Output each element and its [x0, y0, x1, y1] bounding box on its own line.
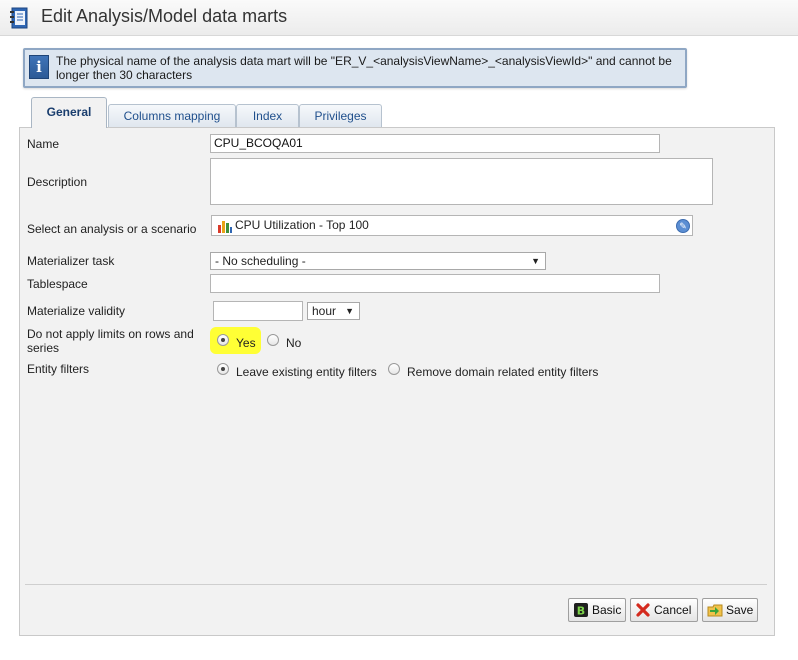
entity-filters-remove-radio[interactable]	[388, 363, 400, 375]
validity-unit-select[interactable]: hour ▼	[307, 302, 360, 320]
entity-filters-leave-label[interactable]: Leave existing entity filters	[236, 365, 377, 379]
limits-yes-label[interactable]: Yes	[236, 336, 256, 350]
description-textarea[interactable]	[210, 158, 713, 205]
notebook-icon	[10, 7, 28, 29]
limits-label: Do not apply limits on rows and series	[27, 327, 194, 355]
tab-index[interactable]: Index	[236, 104, 299, 128]
tablespace-label: Tablespace	[27, 277, 88, 291]
tab-general[interactable]: General	[31, 97, 107, 128]
cancel-button-label: Cancel	[654, 603, 692, 617]
tab-privileges[interactable]: Privileges	[299, 104, 382, 128]
limits-yes-radio[interactable]	[217, 334, 229, 346]
bar-chart-icon	[218, 221, 232, 233]
validity-label: Materialize validity	[27, 304, 126, 318]
description-label: Description	[27, 175, 88, 189]
basic-b-icon: B	[574, 603, 588, 618]
analysis-value: CPU Utilization - Top 100	[235, 218, 369, 232]
chevron-down-icon: ▼	[345, 306, 354, 316]
entity-filters-leave-radio[interactable]	[217, 363, 229, 375]
page-title: Edit Analysis/Model data marts	[41, 6, 288, 26]
validity-unit-value: hour	[312, 304, 337, 318]
info-message-box: i The physical name of the analysis data…	[23, 48, 687, 88]
svg-text:B: B	[577, 605, 585, 618]
analysis-label: Select an analysis or a scenario	[27, 222, 197, 236]
basic-button-label: Basic	[592, 603, 622, 617]
limits-no-radio[interactable]	[267, 334, 279, 346]
name-label: Name	[27, 137, 60, 151]
limits-no-label[interactable]: No	[286, 336, 301, 350]
save-button[interactable]: Save	[702, 598, 758, 622]
analysis-picker[interactable]: CPU Utilization - Top 100 ✎	[211, 215, 693, 236]
tab-columns-mapping[interactable]: Columns mapping	[108, 104, 236, 128]
red-x-icon	[636, 603, 650, 617]
name-input[interactable]: CPU_BCOQA01	[210, 134, 660, 153]
validity-input[interactable]	[213, 301, 303, 321]
footer-divider	[25, 584, 767, 585]
save-folder-icon	[707, 604, 723, 617]
materializer-label: Materializer task	[27, 254, 115, 268]
materializer-value: - No scheduling -	[215, 254, 306, 268]
info-icon: i	[29, 55, 49, 79]
entity-filters-remove-label[interactable]: Remove domain related entity filters	[407, 365, 598, 379]
materializer-select[interactable]: - No scheduling - ▼	[210, 252, 546, 270]
cancel-button[interactable]: Cancel	[630, 598, 698, 622]
tablespace-input[interactable]	[210, 274, 660, 293]
basic-button[interactable]: B Basic	[568, 598, 626, 622]
chevron-down-icon: ▼	[531, 256, 540, 266]
save-button-label: Save	[726, 603, 754, 617]
entity-filters-label: Entity filters	[27, 362, 90, 376]
edit-icon[interactable]: ✎	[676, 219, 690, 233]
info-message: The physical name of the analysis data m…	[56, 54, 672, 82]
title-bar: Edit Analysis/Model data marts	[0, 0, 798, 36]
